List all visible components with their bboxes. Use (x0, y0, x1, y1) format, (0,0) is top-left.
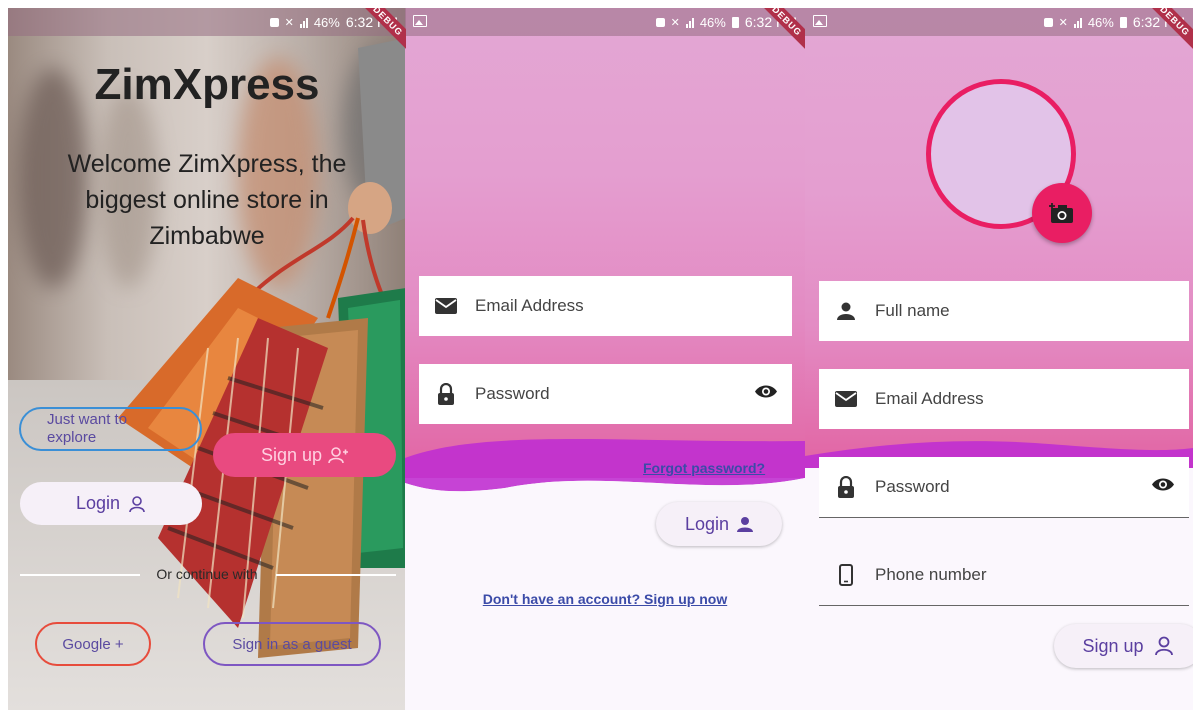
explore-label: Just want to explore (47, 411, 128, 446)
guest-label: Sign in as a guest (232, 635, 352, 653)
mute-icon: ✕ (670, 16, 680, 29)
guest-signin-button[interactable]: Sign in as a guest (203, 622, 381, 666)
person-outline-icon (1154, 636, 1173, 656)
signup-button[interactable]: Sign up (1054, 624, 1193, 668)
battery-percent: 46% (1087, 14, 1114, 30)
phone-icon (835, 564, 857, 586)
person-add-icon (328, 447, 349, 464)
welcome-screen: ✕ 46% 6:32 PM DEBUG ZimXpress Welcome Zi… (8, 8, 406, 710)
email-field[interactable]: Email Address (819, 369, 1189, 429)
explore-button[interactable]: Just want to explore (19, 407, 202, 451)
eye-icon[interactable] (754, 384, 778, 405)
status-bar: ✕ 46% 6:32 PM (405, 8, 805, 36)
battery-percent: 46% (699, 14, 726, 30)
email-field[interactable]: Email Address (419, 276, 792, 336)
camera-add-icon (1049, 203, 1073, 223)
person-outline-icon (129, 495, 145, 512)
lock-icon (835, 476, 857, 498)
login-screen: ✕ 46% 6:32 PM DEBUG Email Address Passwo… (405, 8, 805, 710)
battery-icon (731, 16, 739, 28)
battery-percent: 46% (313, 14, 340, 30)
google-label: Google + (62, 635, 124, 653)
eye-icon[interactable] (1151, 477, 1175, 498)
signup-link[interactable]: Don't have an account? Sign up now (405, 591, 805, 607)
password-field[interactable]: Password (419, 364, 792, 424)
signup-screen: ✕ 46% 6:32 PM DEBUG Full name Email Addr… (805, 8, 1193, 710)
email-placeholder: Email Address (875, 389, 984, 408)
signup-button[interactable]: Sign up (213, 433, 396, 477)
welcome-tagline: Welcome ZimXpress, the biggest online st… (67, 150, 347, 250)
signup-label: Sign up (1082, 635, 1144, 656)
sim-icon (269, 17, 279, 27)
login-label: Login (684, 513, 730, 534)
forgot-password-link[interactable]: Forgot password? (643, 460, 765, 476)
google-signin-button[interactable]: Google + (35, 622, 151, 666)
status-bar: ✕ 46% 6:32 PM (8, 8, 406, 36)
mute-icon: ✕ (1058, 16, 1068, 29)
sim-icon (655, 17, 665, 27)
lock-icon (435, 383, 457, 405)
app-title: ZimXpress (94, 60, 320, 109)
fullname-field[interactable]: Full name (819, 281, 1189, 341)
person-icon (835, 300, 857, 322)
email-placeholder: Email Address (475, 296, 584, 315)
add-photo-button[interactable] (1032, 183, 1092, 243)
phone-field[interactable]: Phone number (819, 545, 1189, 606)
sim-icon (1043, 17, 1053, 27)
shopping-background-image (8, 8, 406, 710)
password-placeholder: Password (475, 384, 550, 403)
signal-icon (299, 17, 308, 28)
phone-placeholder: Phone number (875, 565, 987, 584)
login-button[interactable]: Login (20, 482, 202, 525)
status-bar: ✕ 46% 6:32 PM (805, 8, 1193, 36)
shopping-bags-illustration (118, 38, 406, 658)
mail-icon (435, 295, 457, 317)
signup-label: Sign up (260, 444, 323, 465)
password-field[interactable]: Password (819, 457, 1189, 518)
gallery-icon (813, 15, 827, 27)
login-button[interactable]: Login (656, 502, 782, 546)
password-placeholder: Password (875, 477, 950, 496)
mail-icon (835, 388, 857, 410)
person-icon (737, 517, 754, 532)
signal-icon (1073, 17, 1082, 28)
battery-icon (1119, 16, 1127, 28)
signal-icon (685, 17, 694, 28)
gallery-icon (413, 15, 427, 27)
login-label: Login (75, 493, 121, 513)
mute-icon: ✕ (284, 16, 294, 29)
fullname-placeholder: Full name (875, 301, 950, 320)
continue-with-label: Or continue with (156, 566, 258, 582)
